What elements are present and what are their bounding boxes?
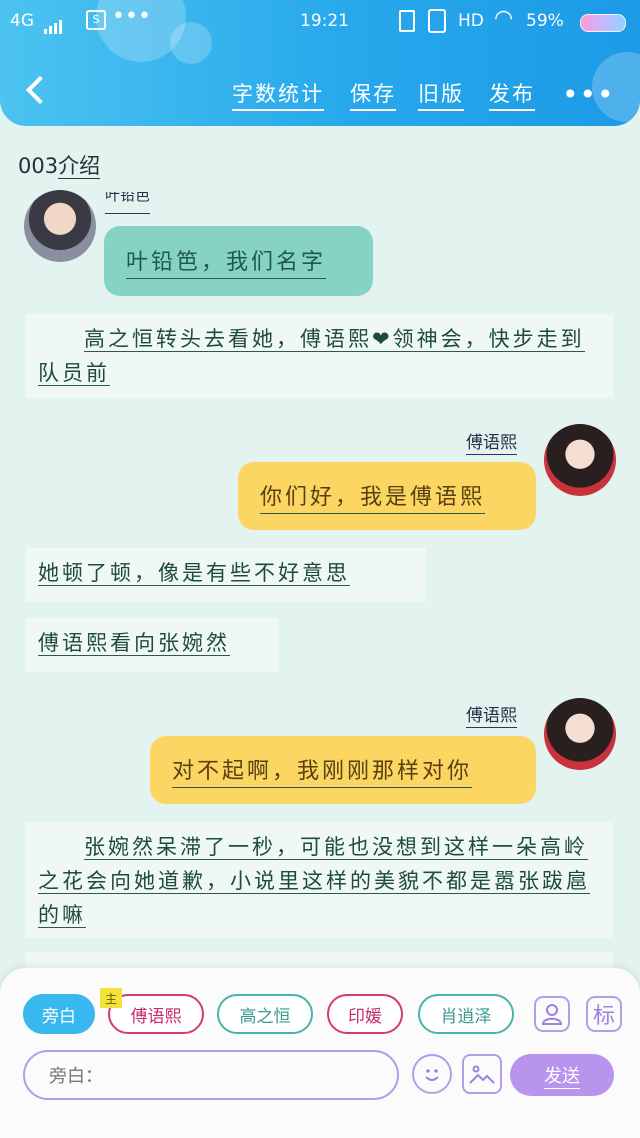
- narration-text: 傅语熙看向张婉然: [38, 631, 230, 656]
- narration-text: 张婉然呆滞了一秒，可能也没想到这样一朵高岭之花会向她道歉，小说里这样的美貌不都是…: [38, 835, 590, 928]
- narration-text: 高之恒转头去看她，傅语熙❤领神会，快步走到队员前: [38, 327, 585, 386]
- network-label: 4G: [10, 11, 34, 31]
- old-version-button[interactable]: 旧版: [418, 78, 464, 111]
- chat-bubble-text: 对不起啊，我刚刚那样对你: [172, 753, 473, 788]
- composer-panel: 旁白 傅语熙 主 高之恒 印媛 肖逍泽 标 旁白： 发送: [0, 968, 640, 1138]
- publish-button[interactable]: 发布: [489, 78, 535, 111]
- chat-bubble-text: 你们好，我是傅语熙: [260, 479, 486, 514]
- signal-icon: [44, 14, 64, 34]
- more-options-button[interactable]: •••: [562, 78, 615, 111]
- message-input[interactable]: 旁白：: [23, 1050, 399, 1100]
- story-title-text: 介绍: [58, 154, 101, 179]
- send-button-label: 发送: [544, 1062, 580, 1089]
- role-chip-yin-yuan[interactable]: 印媛: [327, 994, 403, 1034]
- chat-bubble[interactable]: 你们好，我是傅语熙: [238, 462, 536, 530]
- image-icon[interactable]: [462, 1054, 502, 1094]
- tag-button[interactable]: 标: [586, 996, 622, 1032]
- battery-icon: [580, 14, 626, 32]
- vibrate-icon: [428, 9, 446, 33]
- speaker-name: 傅语熙: [466, 428, 517, 455]
- app-header: 4G S ••• 19:21 HD ◠ 59% 字数统计 保存 旧版 发布 ••…: [0, 0, 640, 126]
- role-chip-narrator[interactable]: 旁白: [23, 994, 95, 1034]
- app-notification-icon: S: [86, 10, 106, 30]
- clock: 19:21: [300, 11, 349, 31]
- role-chip-fu-yuxi[interactable]: 傅语熙: [108, 994, 204, 1034]
- save-button[interactable]: 保存: [350, 78, 396, 111]
- story-title: 003介绍: [18, 150, 101, 180]
- emoji-icon[interactable]: [412, 1054, 452, 1094]
- editor-toolbar: 字数统计 保存 旧版 发布 •••: [0, 62, 640, 122]
- speaker-name: 傅语熙: [466, 701, 517, 728]
- avatar[interactable]: [544, 698, 616, 770]
- message-input-placeholder: 旁白：: [49, 1066, 103, 1087]
- word-count-button[interactable]: 字数统计: [232, 78, 324, 111]
- battery-saver-icon: [399, 10, 415, 32]
- avatar[interactable]: [544, 424, 616, 496]
- hd-label: HD: [458, 11, 484, 31]
- role-chip-gao-zhiheng[interactable]: 高之恒: [217, 994, 313, 1034]
- narration-block[interactable]: 她顿了顿，像是有些不好意思: [26, 548, 426, 602]
- story-title-number: 003: [18, 154, 59, 178]
- role-chip-xiao-xiaoze[interactable]: 肖逍泽: [418, 994, 514, 1034]
- back-button[interactable]: [22, 74, 52, 108]
- narration-block[interactable]: 傅语熙看向张婉然: [26, 618, 279, 672]
- narration-block[interactable]: 张婉然呆滞了一秒，可能也没想到这样一朵高岭之花会向她道歉，小说里这样的美貌不都是…: [26, 822, 613, 938]
- chat-bubble[interactable]: 叶铅笆，我们名字: [104, 226, 373, 296]
- speaker-name: 叶铅笆: [105, 192, 151, 214]
- protagonist-tag: 主: [100, 988, 122, 1008]
- more-notifications-icon: •••: [112, 4, 151, 29]
- avatar[interactable]: [24, 190, 96, 262]
- chat-bubble[interactable]: 对不起啊，我刚刚那样对你: [150, 736, 536, 804]
- status-bar: 4G S ••• 19:21 HD ◠ 59%: [0, 0, 640, 44]
- narration-text: 她顿了顿，像是有些不好意思: [38, 561, 350, 586]
- battery-percent: 59%: [526, 11, 564, 31]
- send-button[interactable]: 发送: [510, 1054, 614, 1096]
- wifi-icon: ◠: [494, 6, 514, 31]
- chat-bubble-text: 叶铅笆，我们名字: [126, 244, 327, 279]
- narration-block[interactable]: 高之恒转头去看她，傅语熙❤领神会，快步走到队员前: [26, 314, 613, 398]
- person-icon[interactable]: [534, 996, 570, 1032]
